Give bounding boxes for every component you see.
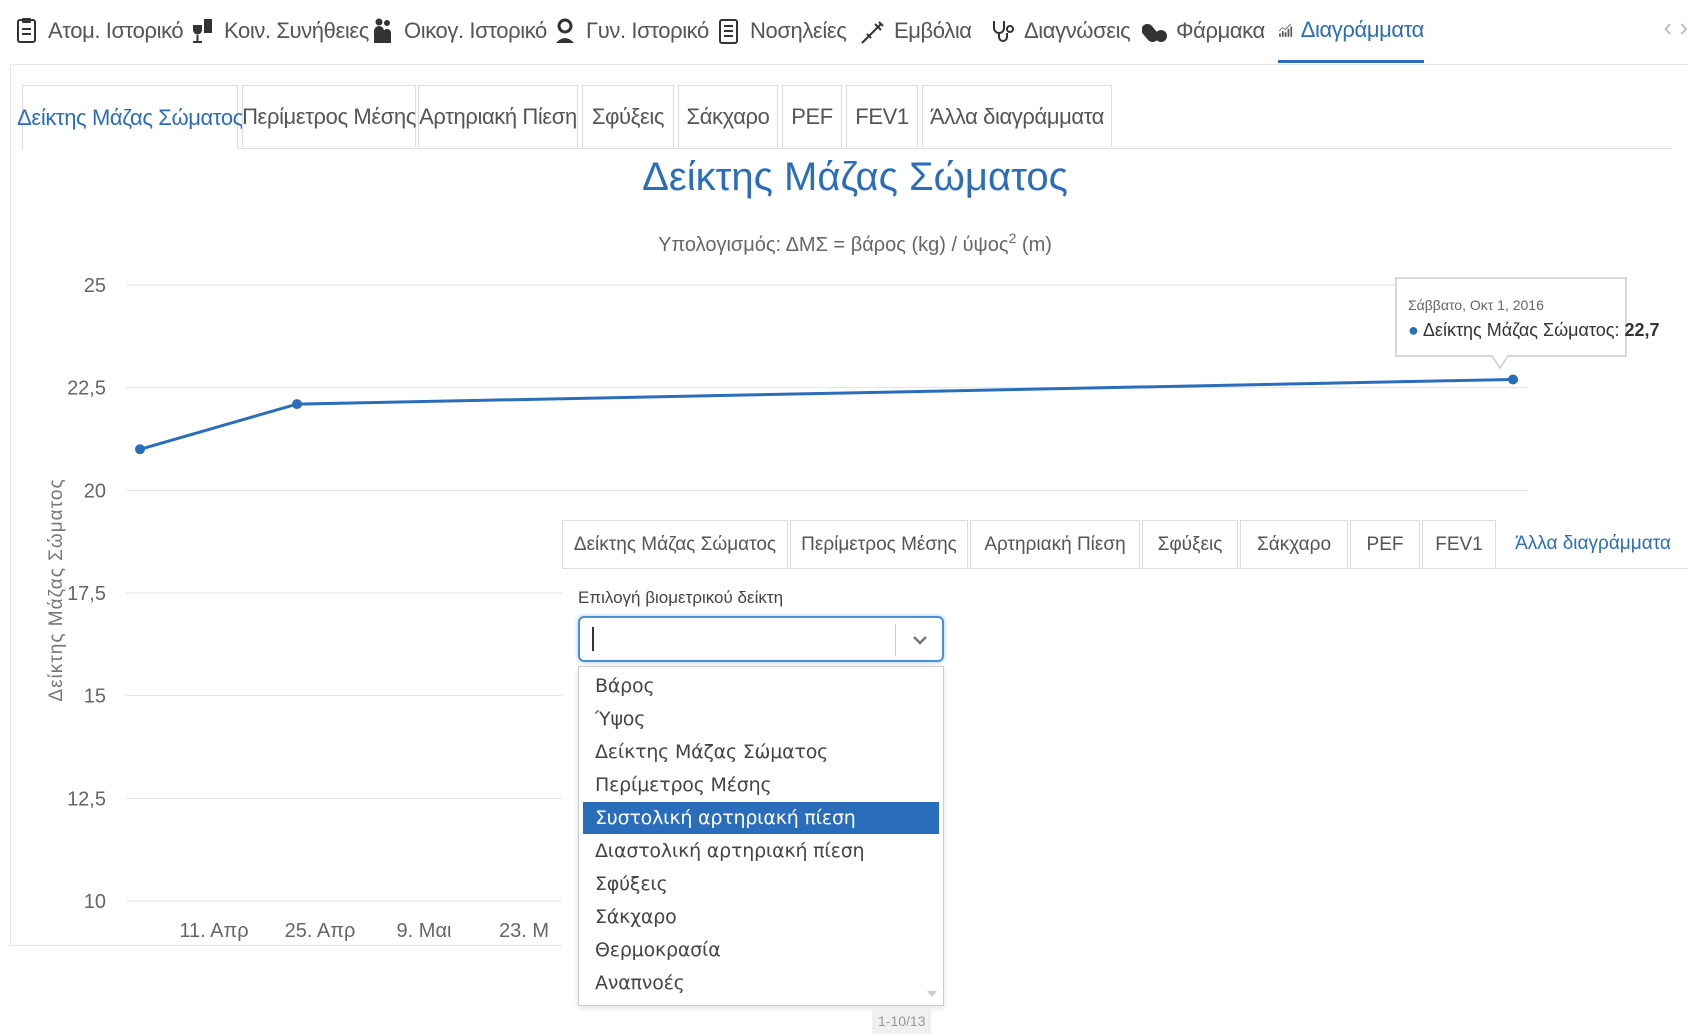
tab-bmi[interactable]: Δείκτης Μάζας Σώματος (17, 85, 243, 149)
y-tick-label: 15 (84, 686, 106, 708)
tab-fev1[interactable]: FEV1 (846, 85, 918, 147)
nav-label: Οικογ. Ιστορικό (404, 18, 547, 43)
nav-label: Διαγράμματα (1300, 17, 1425, 42)
family-icon (374, 18, 391, 43)
select-separator (895, 624, 896, 656)
clipboard-icon (719, 19, 738, 44)
option-height[interactable]: Ύψος (583, 703, 939, 735)
overlay-tab-pulse[interactable]: Σφύξεις (1142, 520, 1238, 568)
tooltip-value-line: ● Δείκτης Μάζας Σώματος: 22,7 (1408, 320, 1660, 340)
x-tick-label: 11. Απρ (179, 920, 248, 942)
nav-item-social-habits[interactable]: Κοιν. Συνήθειες (190, 0, 369, 62)
option-pulse[interactable]: Σφύξεις (583, 868, 939, 900)
nav-label: Φάρμακα (1176, 18, 1265, 43)
stethoscope-icon (993, 21, 1014, 42)
nav-label: Ατομ. Ιστορικό (48, 18, 184, 43)
chart-icon (1278, 23, 1293, 37)
option-weight[interactable]: Βάρος (583, 670, 939, 702)
other-charts-panel: Δείκτης Μάζας Σώματος Περίμετρος Μέσης Α… (562, 520, 1688, 1036)
overlay-tabs-divider (562, 568, 1688, 569)
nav-label: Γυν. Ιστορικό (586, 18, 709, 43)
overlay-tab-waist[interactable]: Περίμετρος Μέσης (790, 520, 968, 568)
data-point[interactable] (135, 444, 145, 455)
nav-item-drugs[interactable]: Φάρμακα (1142, 0, 1265, 62)
tab-other-charts[interactable]: Άλλα διαγράμματα (922, 85, 1112, 147)
nav-item-vaccines[interactable]: Εμβόλια (860, 0, 972, 62)
nav-label: Διαγνώσεις (1024, 18, 1131, 43)
top-navigation: Ατομ. Ιστορικό Κοιν. Συνήθειες Οικογ. Ισ… (0, 0, 1688, 64)
series-group (135, 374, 1518, 455)
option-waist[interactable]: Περίμετρος Μέσης (583, 769, 939, 801)
y-tick-label: 10 (84, 891, 106, 913)
y-tick-label: 25 (84, 275, 106, 297)
chevron-down-icon[interactable] (910, 630, 930, 650)
chart-tooltip: Σάββατο, Οκτ 1, 2016 ● Δείκτης Μάζας Σώμ… (1395, 277, 1660, 370)
x-tick-label: 23. Μ (499, 920, 549, 942)
biometric-select[interactable] (578, 616, 944, 662)
female-icon (556, 18, 574, 43)
tabs-divider (22, 148, 1672, 149)
overlay-tab-bmi[interactable]: Δείκτης Μάζας Σώματος (562, 520, 788, 568)
nav-label: Κοιν. Συνήθειες (224, 18, 369, 43)
overlay-tab-fev1[interactable]: FEV1 (1422, 520, 1496, 568)
tab-pef[interactable]: PEF (782, 85, 842, 147)
syringe-icon (861, 21, 884, 44)
nav-item-family-history[interactable]: Οικογ. Ιστορικό (370, 0, 547, 62)
tab-pulse[interactable]: Σφύξεις (582, 85, 674, 147)
text-caret (592, 627, 594, 651)
data-point[interactable] (292, 399, 302, 410)
nav-item-diagnoses[interactable]: Διαγνώσεις (990, 0, 1131, 62)
data-point[interactable] (1508, 374, 1518, 385)
x-axis-ticks: 11. Απρ 25. Απρ 9. Μαι 23. Μ (179, 920, 549, 942)
x-tick-label: 9. Μαι (397, 920, 452, 942)
option-sugar[interactable]: Σάκχαρο (583, 901, 939, 933)
overlay-tab-pef[interactable]: PEF (1350, 520, 1420, 568)
tooltip-colon: : (1614, 320, 1624, 340)
nav-label: Νοσηλείες (750, 18, 847, 43)
nav-item-hospitalizations[interactable]: Νοσηλείες (716, 0, 847, 62)
chart-subtitle-tail: (m) (1016, 234, 1052, 256)
nav-scroll-arrows[interactable]: ‹ › (1663, 12, 1688, 43)
y-axis-title: Δείκτης Μάζας Σώματος (46, 478, 67, 701)
nav-label: Εμβόλια (894, 18, 972, 43)
wine-smoking-icon (193, 19, 212, 43)
overlay-tab-blood-pressure[interactable]: Αρτηριακή Πίεση (970, 520, 1140, 568)
pills-icon (1142, 23, 1167, 43)
option-respirations[interactable]: Αναπνοές (583, 967, 939, 999)
chart-title: Δείκτης Μάζας Σώματος (642, 155, 1068, 199)
option-systolic[interactable]: Συστολική αρτηριακή πίεση (583, 802, 939, 834)
biometric-options-list: Βάρος Ύψος Δείκτης Μάζας Σώματος Περίμετ… (578, 666, 944, 1006)
chart-subtitle: Υπολογισμός: ΔΜΣ = βάρος (kg) / ύψος2 (m… (658, 230, 1052, 256)
nav-item-charts[interactable]: Διαγράμματα (1278, 0, 1424, 63)
tooltip-series-label: Δείκτης Μάζας Σώματος (1423, 320, 1615, 340)
option-diastolic[interactable]: Διαστολική αρτηριακή πίεση (583, 835, 939, 867)
nav-item-gyn-history[interactable]: Γυν. Ιστορικό (552, 0, 709, 62)
options-pager: 1-10/13 (872, 1008, 932, 1034)
overlay-tab-sugar[interactable]: Σάκχαρο (1240, 520, 1348, 568)
y-tick-label: 12,5 (67, 788, 106, 810)
overlay-tab-other-charts[interactable]: Άλλα διαγράμματα (1498, 520, 1688, 568)
tab-waist[interactable]: Περίμετρος Μέσης (242, 85, 416, 147)
series-line (139, 377, 1514, 451)
x-tick-label: 25. Απρ (285, 920, 356, 942)
y-axis-ticks: 25 22,5 20 17,5 15 12,5 10 (67, 275, 106, 913)
biometric-select-label: Επιλογή βιομετρικού δείκτη (578, 588, 784, 607)
file-icon (17, 18, 36, 43)
option-bmi[interactable]: Δείκτης Μάζας Σώματος (583, 736, 939, 768)
tab-sugar[interactable]: Σάκχαρο (678, 85, 778, 147)
nav-item-personal-history[interactable]: Ατομ. Ιστορικό (14, 0, 184, 62)
y-tick-label: 22,5 (67, 378, 106, 400)
tab-blood-pressure[interactable]: Αρτηριακή Πίεση (418, 85, 578, 147)
tooltip-bullet: ● (1408, 320, 1419, 340)
chart-subtitle-main: Υπολογισμός: ΔΜΣ = βάρος (kg) / ύψος (658, 234, 1009, 256)
y-tick-label: 20 (84, 480, 106, 502)
y-tick-label: 17,5 (67, 583, 106, 605)
option-temperature[interactable]: Θερμοκρασία (583, 934, 939, 966)
chart-subtitle-sup: 2 (1009, 230, 1017, 246)
tooltip-value: 22,7 (1624, 320, 1659, 340)
scroll-down-icon[interactable] (927, 991, 937, 997)
tooltip-date: Σάββατο, Οκτ 1, 2016 (1408, 297, 1544, 313)
